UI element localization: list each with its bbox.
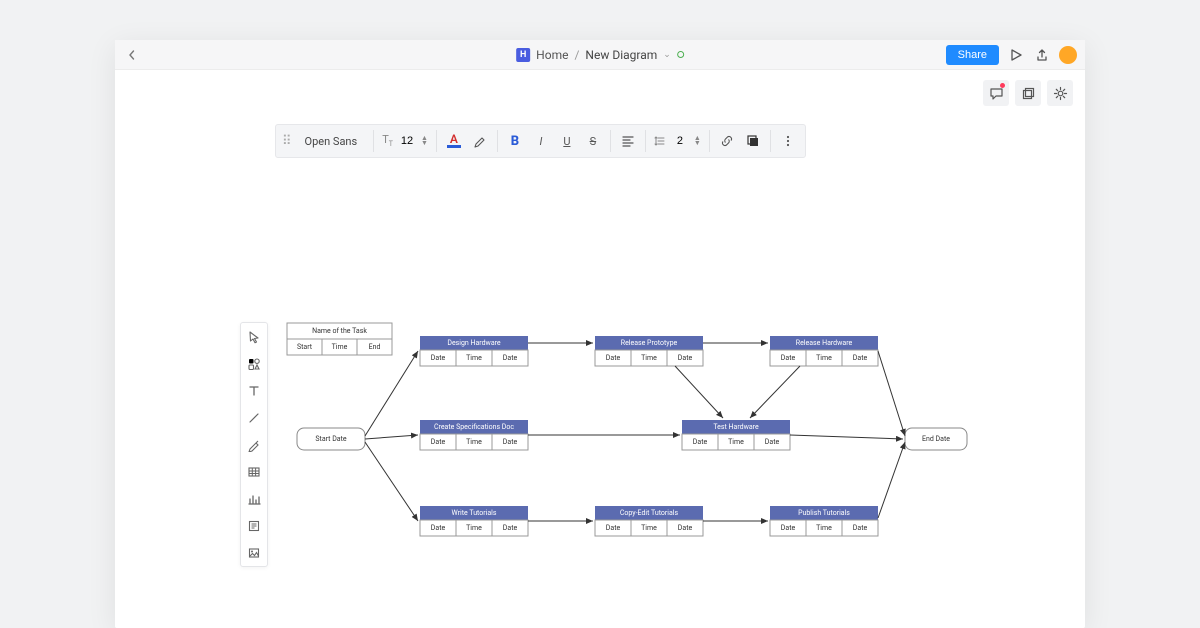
svg-text:Release Prototype: Release Prototype [621, 339, 678, 347]
line-spacing-stepper[interactable]: ▲▼ [652, 135, 703, 147]
svg-text:Date: Date [781, 354, 796, 362]
layers-icon[interactable] [1015, 80, 1041, 106]
task-design-hardware[interactable]: Design Hardware Date Time Date [420, 336, 528, 366]
svg-text:Start Date: Start Date [315, 435, 347, 443]
svg-text:Date: Date [431, 438, 446, 446]
diagram-canvas[interactable]: Name of the Task Start Time End Start Da… [115, 158, 1085, 628]
svg-text:Time: Time [332, 343, 348, 351]
svg-text:Create Specifications Doc: Create Specifications Doc [434, 423, 514, 431]
svg-text:Time: Time [641, 354, 657, 362]
sync-status-icon [677, 51, 684, 58]
drag-handle-icon[interactable]: ⠿ [282, 134, 291, 149]
svg-text:Publish Tutorials: Publish Tutorials [798, 509, 850, 517]
strikethrough-button[interactable]: S [582, 130, 604, 152]
svg-text:Time: Time [466, 438, 482, 446]
svg-text:Test Hardware: Test Hardware [713, 423, 759, 431]
present-icon[interactable] [1007, 46, 1025, 64]
italic-button[interactable]: I [530, 130, 552, 152]
task-release-hardware[interactable]: Release Hardware Date Time Date [770, 336, 878, 366]
avatar[interactable] [1059, 46, 1077, 64]
svg-text:Start: Start [297, 343, 313, 351]
breadcrumb-sep: / [574, 48, 579, 62]
comments-icon[interactable] [983, 80, 1009, 106]
text-size-icon: TT [382, 133, 393, 148]
svg-text:Date: Date [781, 524, 796, 532]
highlight-button[interactable] [469, 130, 491, 152]
svg-text:Date: Date [431, 354, 446, 362]
svg-text:Date: Date [678, 354, 693, 362]
notification-badge [1000, 83, 1005, 88]
svg-text:Date: Date [606, 354, 621, 362]
link-button[interactable] [716, 130, 738, 152]
svg-text:Date: Date [853, 524, 868, 532]
task-test-hardware[interactable]: Test Hardware Date Time Date [682, 420, 790, 450]
legend-node[interactable]: Name of the Task Start Time End [287, 323, 392, 355]
svg-text:End: End [369, 343, 381, 351]
top-bar: H Home / New Diagram ⌄ Share [115, 40, 1085, 70]
svg-text:Time: Time [641, 524, 657, 532]
start-node[interactable]: Start Date [297, 428, 365, 450]
svg-text:End Date: End Date [922, 435, 950, 443]
back-button[interactable] [115, 50, 149, 60]
more-icon[interactable] [777, 130, 799, 152]
font-size-input[interactable] [397, 135, 417, 147]
svg-text:Copy-Edit Tutorials: Copy-Edit Tutorials [620, 509, 679, 517]
svg-text:Time: Time [816, 354, 832, 362]
task-write-tutorials[interactable]: Write Tutorials Date Time Date [420, 506, 528, 536]
breadcrumb: H Home / New Diagram ⌄ [516, 48, 684, 62]
svg-text:Time: Time [728, 438, 744, 446]
svg-text:Time: Time [816, 524, 832, 532]
svg-text:Date: Date [765, 438, 780, 446]
svg-text:Date: Date [693, 438, 708, 446]
svg-text:Date: Date [853, 354, 868, 362]
underline-button[interactable]: U [556, 130, 578, 152]
breadcrumb-home[interactable]: Home [536, 48, 568, 62]
panel-toggles [983, 80, 1073, 106]
task-copy-edit[interactable]: Copy-Edit Tutorials Date Time Date [595, 506, 703, 536]
svg-text:Time: Time [466, 524, 482, 532]
text-color-button[interactable]: A [443, 130, 465, 152]
top-right-actions: Share [946, 45, 1077, 65]
svg-text:Date: Date [431, 524, 446, 532]
svg-text:Design Hardware: Design Hardware [447, 339, 501, 347]
task-create-spec[interactable]: Create Specifications Doc Date Time Date [420, 420, 528, 450]
share-button[interactable]: Share [946, 45, 999, 65]
task-release-prototype[interactable]: Release Prototype Date Time Date [595, 336, 703, 366]
bold-button[interactable]: B [504, 130, 526, 152]
svg-text:Release Hardware: Release Hardware [796, 339, 853, 347]
app-logo: H [516, 48, 530, 62]
svg-text:Time: Time [466, 354, 482, 362]
font-family-select[interactable]: Open Sans [295, 135, 368, 148]
chevron-down-icon[interactable]: ⌄ [663, 50, 671, 60]
svg-text:Date: Date [678, 524, 693, 532]
end-node[interactable]: End Date [905, 428, 967, 450]
svg-text:Date: Date [503, 438, 518, 446]
svg-text:Name of the Task: Name of the Task [312, 327, 367, 335]
gear-icon[interactable] [1047, 80, 1073, 106]
svg-text:Date: Date [503, 354, 518, 362]
export-icon[interactable] [1033, 46, 1051, 64]
svg-text:Write Tutorials: Write Tutorials [452, 509, 497, 517]
line-spacing-input[interactable] [670, 135, 690, 147]
svg-text:Date: Date [606, 524, 621, 532]
text-toolbar: ⠿ Open Sans TT ▲▼ A B I U S ▲▼ [275, 124, 806, 158]
align-button[interactable] [617, 130, 639, 152]
font-size-stepper[interactable]: TT ▲▼ [380, 133, 430, 148]
breadcrumb-doc[interactable]: New Diagram [585, 48, 657, 62]
svg-text:Date: Date [503, 524, 518, 532]
fill-button[interactable] [742, 130, 764, 152]
task-publish[interactable]: Publish Tutorials Date Time Date [770, 506, 878, 536]
